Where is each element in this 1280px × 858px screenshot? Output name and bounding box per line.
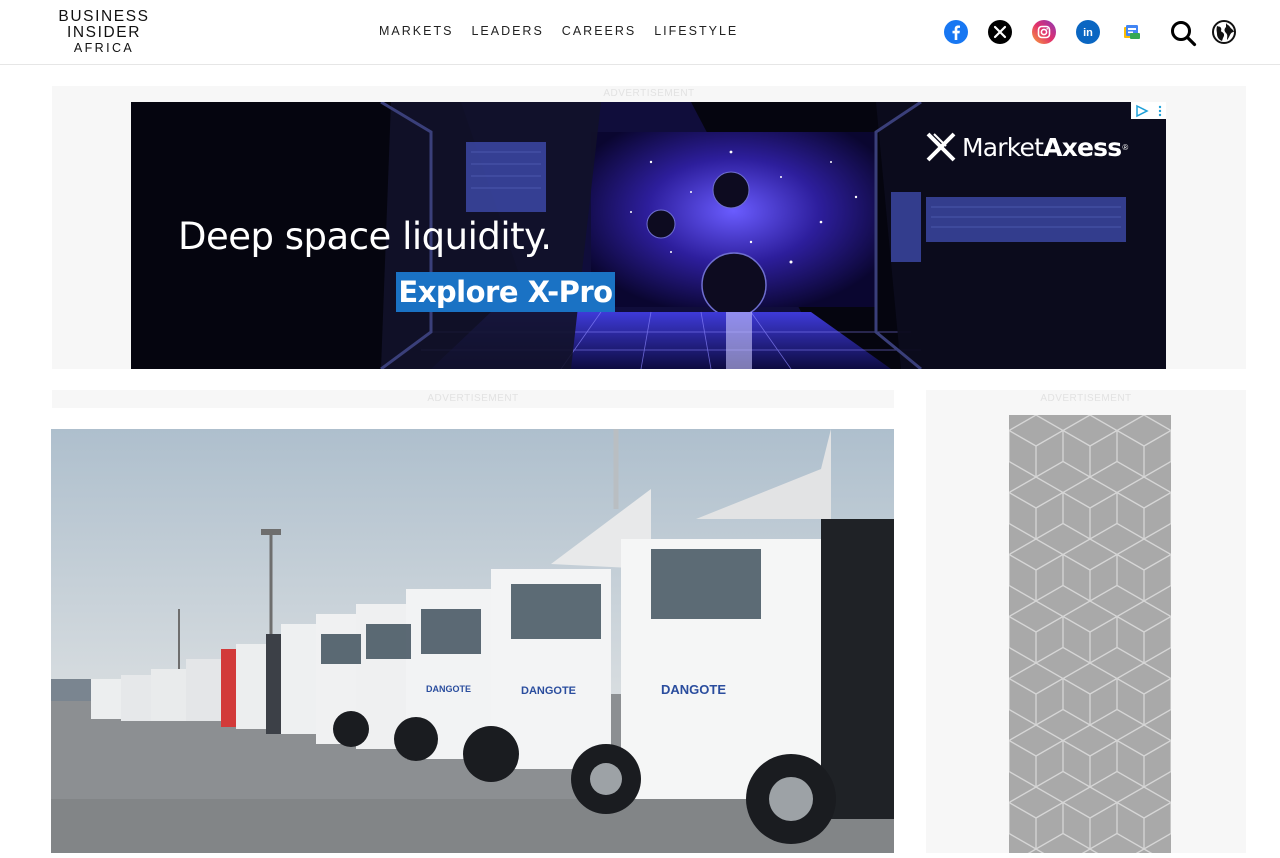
site-header: BUSINESS INSIDER AFRICA MARKETS LEADERS … [0,0,1280,65]
logo-line-2: INSIDER [66,24,142,41]
linkedin-icon[interactable]: in [1076,20,1100,44]
svg-text:DANGOTE: DANGOTE [426,684,471,694]
brand-registered-mark: ® [1122,142,1129,152]
social-links: in [944,20,1164,44]
brand-name-light: Market [962,132,1044,162]
svg-text:DANGOTE: DANGOTE [521,685,576,697]
nav-item-markets[interactable]: MARKETS [379,24,453,38]
instagram-icon[interactable] [1032,20,1056,44]
ad-label: ADVERTISEMENT [427,393,519,404]
logo-line-1: BUSINESS [58,8,150,25]
adchoices-icon[interactable] [1131,102,1166,119]
main-nav: MARKETS LEADERS CAREERS LIFESTYLE [379,24,738,38]
sidebar-ad-placeholder [1009,415,1171,853]
logo-line-3: AFRICA [73,41,135,55]
nav-item-careers[interactable]: CAREERS [562,24,636,38]
svg-text:in: in [1083,27,1093,39]
ad-banner[interactable]: Deep space liquidity. Explore X-Pro Mark… [131,102,1166,369]
facebook-icon[interactable] [944,20,968,44]
nav-item-lifestyle[interactable]: LIFESTYLE [654,24,738,38]
site-logo[interactable]: BUSINESS INSIDER AFRICA [56,8,152,56]
hexagon-pattern [1009,415,1171,853]
marketaxess-logo-icon [924,130,958,164]
nav-item-leaders[interactable]: LEADERS [471,24,543,38]
banner-headline: Deep space liquidity. [178,215,552,258]
search-icon[interactable] [1169,19,1197,47]
article-hero-image: DANGOTE DANGOTE DANGOTE [51,429,894,853]
ad-label: ADVERTISEMENT [603,88,695,99]
inline-ad-slot: ADVERTISEMENT [52,390,894,408]
top-ad-slot: ADVERTISEMENT Deep space liquidity. Expl… [52,86,1246,369]
x-icon[interactable] [988,20,1012,44]
sidebar-ad-slot: ADVERTISEMENT [926,390,1246,853]
banner-brand: Market Axess ® [924,130,1128,164]
globe-icon[interactable] [1211,19,1237,45]
brand-name-bold: Axess [1043,132,1122,162]
banner-cta-button[interactable]: Explore X-Pro [396,272,615,312]
ad-label: ADVERTISEMENT [1040,393,1132,404]
dangote-trucks-photo: DANGOTE DANGOTE DANGOTE [51,429,894,853]
google-news-icon[interactable] [1120,20,1144,44]
svg-text:DANGOTE: DANGOTE [661,682,726,697]
